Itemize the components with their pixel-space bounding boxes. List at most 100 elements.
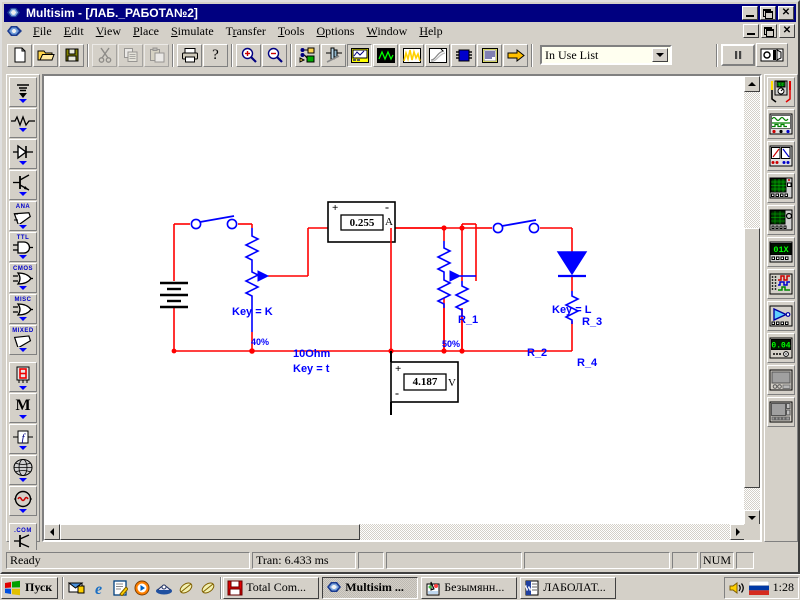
menu-item-view[interactable]: View [90,22,127,41]
instrument-oscilloscope[interactable] [767,173,795,203]
instrument-multimeter[interactable]: 151 [767,77,795,107]
show-desktop-icon[interactable] [66,578,86,598]
russian-flag-icon[interactable] [748,580,769,595]
vertical-scroll-thumb[interactable] [744,228,760,488]
print-button[interactable] [177,43,202,67]
zoom-out-button[interactable] [262,43,287,67]
instrument-distortion-analyzer[interactable]: 0.04 [767,333,795,363]
palette-item-controls[interactable]: f [9,424,37,454]
database-button[interactable] [295,43,320,67]
potentiometer-2-ref: R_1 [458,314,479,326]
minimize-button[interactable] [742,6,758,20]
help-button[interactable]: ? [203,43,228,67]
in-use-list-combobox[interactable]: In Use List [540,45,672,65]
channel-icon-2[interactable] [198,578,218,598]
menu-item-help[interactable]: Help [413,22,448,41]
restore-button[interactable] [760,6,776,20]
simulate-switch-button[interactable] [425,43,450,67]
toolbar-separator [288,43,295,67]
paste-button[interactable] [144,43,169,67]
copy-button[interactable] [118,43,143,67]
menu-item-file[interactable]: FFileile [27,22,58,41]
menu-item-place[interactable]: Place [127,22,165,41]
instruments-button[interactable] [347,43,372,67]
analysis-button[interactable] [373,43,398,67]
document-icon[interactable] [6,23,24,39]
child-close-button[interactable]: ✕ [779,24,795,38]
simulation-power-switch-button[interactable] [756,43,788,67]
taskbar-button-paint[interactable]: Безымянн... [421,576,518,599]
resistor-r2-ref: R_2 [527,347,548,359]
menu-item-tools[interactable]: Tools [272,22,311,41]
instrument-logic-converter[interactable] [767,301,795,331]
schematic-canvas[interactable]: Key = K 40% 10Ohm Key = t R_1 50% R_2 Ke… [44,76,746,526]
palette-item-sources[interactable] [9,77,37,107]
palette-item-transistors[interactable] [9,170,37,200]
save-file-button[interactable] [59,43,84,67]
internet-explorer-icon[interactable]: e [88,578,108,598]
child-minimize-button[interactable] [743,24,759,38]
palette-item-diodes[interactable] [9,139,37,169]
instrument-word-generator[interactable]: 01X [767,237,795,267]
svg-text:0.04: 0.04 [771,342,790,351]
vertical-scrollbar[interactable] [744,76,760,526]
windows-logo-icon [5,580,20,595]
instrument-bode-plotter[interactable] [767,205,795,235]
edit-component-button[interactable] [321,43,346,67]
menu-item-transfer[interactable]: Transfer [220,22,272,41]
notepad-icon[interactable] [110,578,130,598]
horizontal-scrollbar[interactable] [44,524,746,540]
diode-r3-ref: R_3 [582,316,603,328]
horizontal-scroll-thumb[interactable] [60,524,360,540]
menu-item-simulate[interactable]: Simulate [165,22,220,41]
postprocessor-button[interactable] [399,43,424,67]
new-file-button[interactable] [7,43,32,67]
scroll-up-button[interactable] [744,76,760,92]
palette-item-edu-web[interactable]: .COM [9,523,37,553]
report-button[interactable] [477,43,502,67]
close-button[interactable]: ✕ [778,6,794,20]
scroll-left-button[interactable] [44,524,60,540]
taskbar-button-total-commander[interactable]: Total Com... [223,576,320,599]
outlook-express-icon[interactable] [154,578,174,598]
palette-item-miscellaneous[interactable]: M [9,393,37,423]
menu-item-edit[interactable]: Edit [58,22,90,41]
palette-item-basic[interactable] [9,108,37,138]
chevron-down-icon[interactable] [652,48,668,62]
palette-item-rf[interactable] [9,455,37,485]
instrument-logic-analyzer[interactable] [767,269,795,299]
dropdown-triangle-icon [19,445,27,450]
instrument-function-generator[interactable] [767,109,795,139]
palette-item-electromechanical[interactable] [9,486,37,516]
subcircuit-button[interactable] [451,43,476,67]
svg-text:W: W [525,584,533,593]
pause-simulation-button[interactable] [721,44,755,66]
menu-item-options[interactable]: Options [310,22,360,41]
child-restore-button[interactable] [761,24,777,38]
title-bar[interactable]: Multisim - [ЛАБ._РАБОТА№2] ✕ [4,4,796,22]
palette-item-misc-digital[interactable]: MISC [9,294,37,324]
start-button[interactable]: Пуск [1,576,59,599]
palette-item-indicators[interactable] [9,362,37,392]
transfer-button[interactable] [503,43,528,67]
instrument-wattmeter[interactable] [767,141,795,171]
taskbar-button-word[interactable]: W ЛАБОЛАТ... [520,576,617,599]
palette-item-analog-ics[interactable]: ANA [9,201,37,231]
open-file-button[interactable] [33,43,58,67]
menu-item-window[interactable]: Window [360,22,413,41]
palette-item-ttl[interactable]: TTL [9,232,37,262]
palette-item-mixed-ics[interactable]: MIXED [9,325,37,355]
palette-item-cmos[interactable]: CMOS [9,263,37,293]
channel-icon-1[interactable] [176,578,196,598]
taskbar-separator [219,576,223,599]
toolbar-separator [714,43,721,67]
zoom-in-button[interactable] [236,43,261,67]
speaker-icon[interactable] [729,581,745,595]
dropdown-triangle-icon [19,127,27,132]
resistor-r4-ref: R_4 [577,357,598,369]
cut-button[interactable] [92,43,117,67]
instrument-network-analyzer[interactable] [767,397,795,427]
taskbar-button-multisim[interactable]: Multisim ... [322,576,419,599]
instrument-spectrum-analyzer[interactable] [767,365,795,395]
media-player-icon[interactable] [132,578,152,598]
